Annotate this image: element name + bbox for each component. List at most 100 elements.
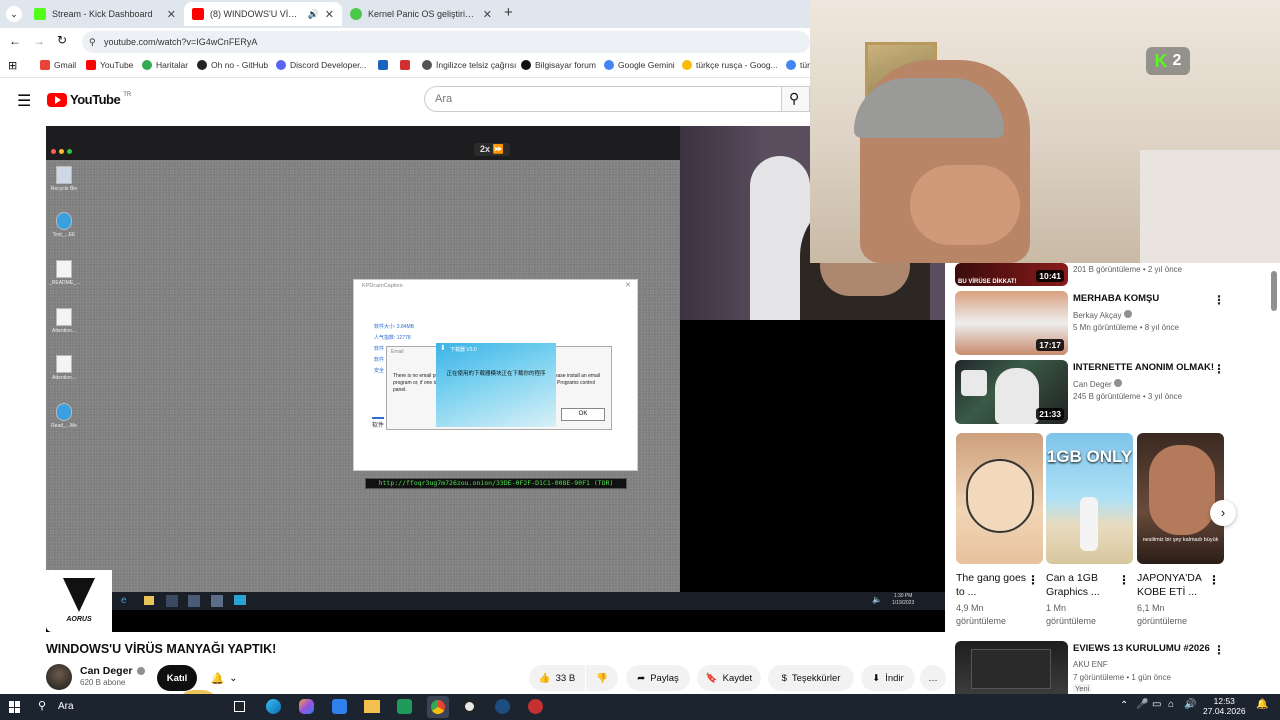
save-button[interactable]: 🔖 Kaydet — [697, 665, 761, 691]
bookmark-github[interactable]: Oh no - GitHub — [197, 60, 268, 70]
short-thumbnail[interactable]: 1GB ONLY — [1046, 433, 1133, 564]
taskbar-search[interactable]: ⚲ Ara — [32, 697, 172, 717]
short-thumbnail[interactable]: nesilimiz bir şey kalmadı büyük — [1137, 433, 1224, 564]
bookmark-bilgisayar[interactable]: Bilgisayar forum — [521, 60, 596, 70]
forward-arrow-icon[interactable]: → — [33, 34, 45, 48]
file-explorer-icon[interactable] — [364, 700, 380, 713]
desktop-icon-label: Recycle Bin — [50, 186, 78, 192]
join-label: Katıl — [166, 672, 188, 684]
youtube-icon — [86, 60, 96, 70]
new-tab-plus-icon[interactable]: + — [504, 4, 513, 21]
youtube-logo[interactable]: YouTube TR — [47, 92, 131, 107]
video-thumbnail[interactable]: BU VİRÜSE DİKKAT! 10:41 — [955, 263, 1068, 286]
scrollbar-thumb[interactable] — [1271, 271, 1277, 311]
battery-icon[interactable]: ▭ — [1152, 699, 1161, 710]
store-icon[interactable] — [397, 699, 412, 714]
volume-icon[interactable]: 🔊 — [1184, 699, 1196, 710]
back-arrow-icon[interactable]: ← — [9, 34, 21, 48]
more-actions-button[interactable]: … — [920, 665, 946, 691]
channel-line[interactable]: Berkay Akçay — [1073, 310, 1132, 320]
tab-label: Stream - Kick Dashboard — [52, 9, 153, 19]
short-title[interactable]: The gang goes to ... — [956, 571, 1031, 599]
sidebar-scrollbar[interactable] — [1271, 263, 1277, 694]
dislike-button[interactable]: 👎 — [586, 665, 618, 691]
bookmark-turkce-rusca[interactable]: türkçe rusça - Goog... — [682, 60, 778, 70]
short-title[interactable]: Can a 1GB Graphics ... — [1046, 571, 1121, 599]
close-icon[interactable]: ✕ — [483, 8, 492, 21]
bookmark-youtube[interactable]: YouTube — [86, 60, 133, 70]
more-vert-icon[interactable]: ⋮ — [1213, 643, 1225, 657]
bookmark-blue-app[interactable] — [378, 60, 388, 70]
short-thumbnail[interactable] — [956, 433, 1043, 564]
more-vert-icon[interactable]: ⋮ — [1118, 573, 1130, 587]
search-input[interactable]: Ara — [424, 86, 782, 112]
recommendation-item[interactable]: 17:17 MERHABA KOMŞU Berkay Akçay 5 Mn gö… — [955, 291, 1270, 355]
url-field[interactable]: ⚲ youtube.com/watch?v=IG4wCnFERyA — [82, 31, 810, 53]
tab-kick-dashboard[interactable]: Stream - Kick Dashboard ✕ — [26, 2, 184, 26]
channel-name[interactable]: Berkay Akçay — [1073, 311, 1121, 320]
close-icon[interactable]: ✕ — [167, 8, 176, 21]
download-button[interactable]: ⬇ İndir — [861, 665, 915, 691]
edge-icon[interactable] — [266, 699, 281, 714]
obs-icon[interactable] — [462, 699, 477, 714]
recorder-icon[interactable] — [528, 699, 543, 714]
mail-app-icon[interactable] — [332, 699, 347, 714]
bookmark-discord[interactable]: Discord Developer... — [276, 60, 367, 70]
chrome-icon[interactable] — [427, 696, 449, 718]
short-title[interactable]: JAPONYA'DA KOBE ETİ ... — [1137, 571, 1212, 599]
channel-name[interactable]: Can Deger — [80, 665, 133, 677]
close-icon[interactable]: ✕ — [325, 8, 334, 21]
bookmark-red-app[interactable] — [400, 60, 410, 70]
video-title[interactable]: EVIEWS 13 KURULUMU #2026 — [1073, 643, 1210, 654]
bookmark-gemini[interactable]: Google Gemini — [604, 60, 675, 70]
more-vert-icon[interactable]: ⋮ — [1027, 573, 1039, 587]
volume-icon: 🔈 — [872, 595, 882, 604]
tab-youtube-video[interactable]: (8) WINDOWS'U VİRÜS MA 🔊 ✕ — [184, 2, 342, 26]
tab-kernel-panic[interactable]: Kernel Panic OS geliştiriyor | ✕ — [342, 2, 500, 26]
recommendation-item[interactable]: BU VİRÜSE DİKKAT! 10:41 201 B görüntülem… — [955, 263, 1270, 286]
task-view-icon[interactable] — [234, 701, 245, 712]
speaker-icon[interactable]: 🔊 — [308, 9, 319, 20]
reload-icon[interactable]: ↻ — [57, 33, 67, 47]
video-thumbnail[interactable]: 17:17 — [955, 291, 1068, 355]
channel-info[interactable]: Can Deger 620 B abone — [80, 665, 145, 687]
recommendation-item[interactable]: EVIEWS 13 KURULUMU #2026 AKU ENF 7 görün… — [955, 641, 1270, 694]
more-vert-icon[interactable]: ⋮ — [1213, 362, 1225, 376]
search-button[interactable]: ⚲ — [782, 86, 810, 112]
steam-icon[interactable] — [495, 699, 510, 714]
tab-list-chevron-icon[interactable]: ⌄ — [6, 6, 22, 22]
share-button[interactable]: ➦ Paylaş — [626, 665, 690, 691]
notification-icon[interactable]: 🔔 — [1256, 699, 1268, 710]
more-vert-icon[interactable]: ⋮ — [1213, 293, 1225, 307]
video-title[interactable]: MERHABA KOMŞU — [1073, 293, 1159, 304]
app-icon — [211, 595, 223, 607]
channel-avatar[interactable] — [46, 664, 72, 690]
video-title[interactable]: INTERNETTE ANONIM OLMAK! — [1073, 362, 1214, 373]
chevron-up-icon[interactable]: ⌃ — [1120, 700, 1128, 711]
bookmark-haritalar[interactable]: Haritalar — [142, 60, 188, 70]
channel-name[interactable]: Can Deger — [1073, 380, 1112, 389]
channel-line[interactable]: Can Deger — [1073, 379, 1122, 389]
channel-name[interactable]: AKU ENF — [1073, 660, 1108, 669]
bookmark-gmail[interactable]: Gmail — [40, 60, 76, 70]
notification-bell-button[interactable]: 🔔 ⌄ — [200, 665, 248, 691]
microphone-icon[interactable]: 🎤 — [1136, 699, 1148, 710]
video-thumbnail[interactable]: 21:33 — [955, 360, 1068, 424]
next-shorts-button[interactable]: › — [1210, 500, 1236, 526]
recommendation-item[interactable]: 21:33 INTERNETTE ANONIM OLMAK! Can Deger… — [955, 360, 1270, 424]
short-views: 1 Mn görüntüleme — [1046, 603, 1097, 626]
bookmark-ingilizce[interactable]: İngilizce telsiz çağrısı — [422, 60, 516, 70]
like-button[interactable]: 👍 33 B — [529, 665, 585, 691]
more-vert-icon[interactable]: ⋮ — [1208, 573, 1220, 587]
windows-start-icon[interactable] — [9, 701, 21, 713]
apps-grid-icon[interactable]: ⊞ — [8, 59, 17, 72]
ie-icon — [56, 403, 72, 421]
taskbar-clock[interactable]: 12:53 27.04.2026 — [1203, 696, 1246, 716]
thanks-button[interactable]: $ Teşekkürler — [768, 665, 854, 691]
copilot-icon[interactable] — [299, 699, 314, 714]
hamburger-menu-icon[interactable]: ☰ — [17, 91, 31, 111]
network-icon[interactable]: ⌂ — [1168, 699, 1174, 710]
site-info-icon[interactable]: ⚲ — [89, 31, 96, 53]
join-button[interactable]: Katıl — [157, 665, 197, 691]
video-thumbnail[interactable] — [955, 641, 1068, 694]
